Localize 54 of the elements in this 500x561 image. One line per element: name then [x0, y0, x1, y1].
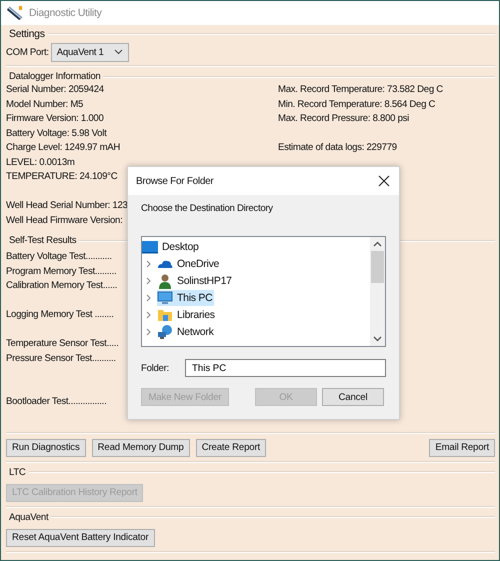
scroll-up-icon — [373, 241, 382, 247]
action-button[interactable]: Read Memory Dump — [92, 438, 190, 456]
info-text: Model Number: M5 — [6, 98, 84, 112]
tree-item[interactable]: This PC — [157, 290, 214, 306]
info-text: Max. Record Pressure: 8.800 psi — [278, 112, 410, 126]
tree-item[interactable]: Network — [157, 324, 216, 340]
info-text: Pressure Sensor Test.......... — [6, 352, 116, 366]
folder-label: Folder: — [141, 362, 170, 374]
tree-item[interactable]: OneDrive — [157, 256, 222, 272]
info-text: Firmware Version: 1.000 — [6, 112, 104, 126]
scrollbar[interactable] — [370, 237, 385, 346]
network-icon — [157, 324, 173, 340]
info-text: Program Memory Test......... — [6, 264, 116, 278]
info-text: Bootloader Test................ — [6, 395, 106, 409]
info-text: Charge Level: 1249.97 mAH — [6, 141, 120, 155]
section-title: Datalogger Information — [8, 71, 100, 82]
action-button[interactable]: Run Diagnostics — [6, 438, 86, 456]
section-button[interactable]: Reset AquaVent Battery Indicator — [6, 528, 155, 546]
info-text: Serial Number: 2059424 — [6, 83, 104, 97]
info-text: Battery Voltage Test........... — [6, 250, 112, 264]
person-icon — [157, 272, 173, 288]
info-text: Temperature Sensor Test..... — [6, 337, 118, 351]
tree-item[interactable]: Desktop — [142, 238, 201, 254]
dialog-prompt: Choose the Destination Directory — [141, 203, 274, 216]
email-report-button[interactable]: Email Report — [429, 438, 495, 456]
app-logo-icon — [7, 5, 23, 21]
folder-input[interactable]: This PC — [185, 359, 386, 377]
info-text: Well Head Firmware Version: — [6, 214, 122, 228]
action-button[interactable]: Create Report — [196, 438, 266, 456]
info-text: Well Head Serial Number: 123 — [6, 199, 128, 213]
chevron-down-icon — [114, 49, 123, 55]
section-title: Self-Test Results — [8, 235, 76, 246]
com-port-label: COM Port: — [6, 46, 49, 58]
tree-item[interactable]: SolinstHP17 — [157, 272, 234, 288]
dialog-button[interactable]: Cancel — [322, 388, 384, 406]
info-text: Min. Record Temperature: 8.564 Deg C — [278, 98, 436, 112]
info-text: Calibration Memory Test...... — [6, 279, 118, 293]
section-title: Settings — [8, 28, 45, 40]
desktop-icon — [142, 238, 158, 254]
com-port-dropdown[interactable]: AquaVent 1 — [50, 42, 129, 62]
section-title: LTC — [8, 466, 26, 478]
section-title: AquaVent — [8, 512, 48, 522]
tree-item[interactable]: Libraries — [157, 306, 217, 322]
close-icon — [378, 175, 390, 187]
window-title: Diagnostic Utility — [29, 7, 102, 19]
info-text: Max. Record Temperature: 73.582 Deg C — [278, 83, 443, 97]
info-text: Battery Voltage: 5.98 Volt — [6, 126, 106, 140]
info-text: LEVEL: 0.0013m — [6, 156, 75, 170]
info-text: Estimate of data logs: 229779 — [278, 141, 397, 155]
dialog-title: Browse For Folder — [136, 176, 214, 186]
monitor-icon — [157, 290, 173, 306]
info-text: Logging Memory Test ........ — [6, 308, 114, 322]
scroll-down-icon — [373, 336, 382, 342]
info-text: TEMPERATURE: 24.109°C — [6, 170, 118, 184]
